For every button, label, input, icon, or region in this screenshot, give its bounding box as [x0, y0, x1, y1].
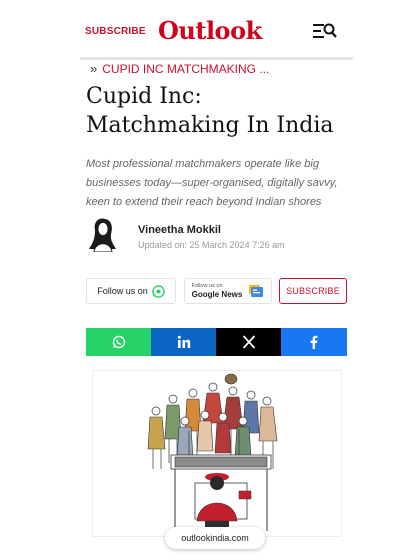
header-subscribe-link[interactable]: SUBSCRIBE: [85, 26, 146, 37]
whatsapp-icon: [112, 335, 126, 349]
subscribe-button[interactable]: SUBSCRIBE: [279, 278, 347, 304]
breadcrumb-chevron-icon: »: [90, 61, 98, 76]
article-hero-illustration: [92, 370, 342, 537]
author-avatar[interactable]: [86, 216, 120, 252]
subscribe-button-label: SUBSCRIBE: [286, 286, 340, 296]
google-news-icon: [249, 285, 264, 297]
share-facebook-button[interactable]: [281, 328, 347, 356]
google-news-small-label: Follow us on: [191, 282, 223, 289]
google-news-label: Google News: [191, 289, 243, 299]
share-linkedin-button[interactable]: [151, 328, 216, 356]
facebook-icon: [310, 335, 318, 349]
share-whatsapp-button[interactable]: [86, 328, 152, 356]
site-header: SUBSCRIBE Outlook: [0, 0, 420, 58]
author-name[interactable]: Vineetha Mokkil: [138, 224, 221, 236]
outlook-logo[interactable]: Outlook: [158, 16, 262, 45]
follow-whatsapp-button[interactable]: Follow us on: [86, 278, 176, 304]
share-x-button[interactable]: [216, 328, 281, 356]
follow-whatsapp-label: Follow us on: [97, 286, 148, 296]
linkedin-icon: [177, 335, 190, 348]
header-divider: [80, 57, 353, 60]
article-summary: Most professional matchmakers operate li…: [86, 158, 338, 208]
follow-google-news-button[interactable]: Follow us on Google News: [184, 278, 272, 304]
updated-timestamp: Updated on: 25 March 2024 7:26 am: [138, 240, 285, 250]
breadcrumb: » CUPID INC MATCHMAKING ...: [90, 61, 269, 76]
whatsapp-icon: [151, 284, 165, 298]
google-news-text: Follow us on Google News: [192, 283, 243, 300]
breadcrumb-link[interactable]: CUPID INC MATCHMAKING ...: [102, 62, 269, 76]
menu-search-icon[interactable]: [313, 22, 337, 40]
article-title: Cupid Inc: Matchmaking In India: [86, 84, 334, 138]
x-icon: [242, 335, 255, 349]
matchmaking-illustration: [147, 373, 278, 531]
browser-url-bar[interactable]: outlookindia.com: [165, 527, 265, 549]
